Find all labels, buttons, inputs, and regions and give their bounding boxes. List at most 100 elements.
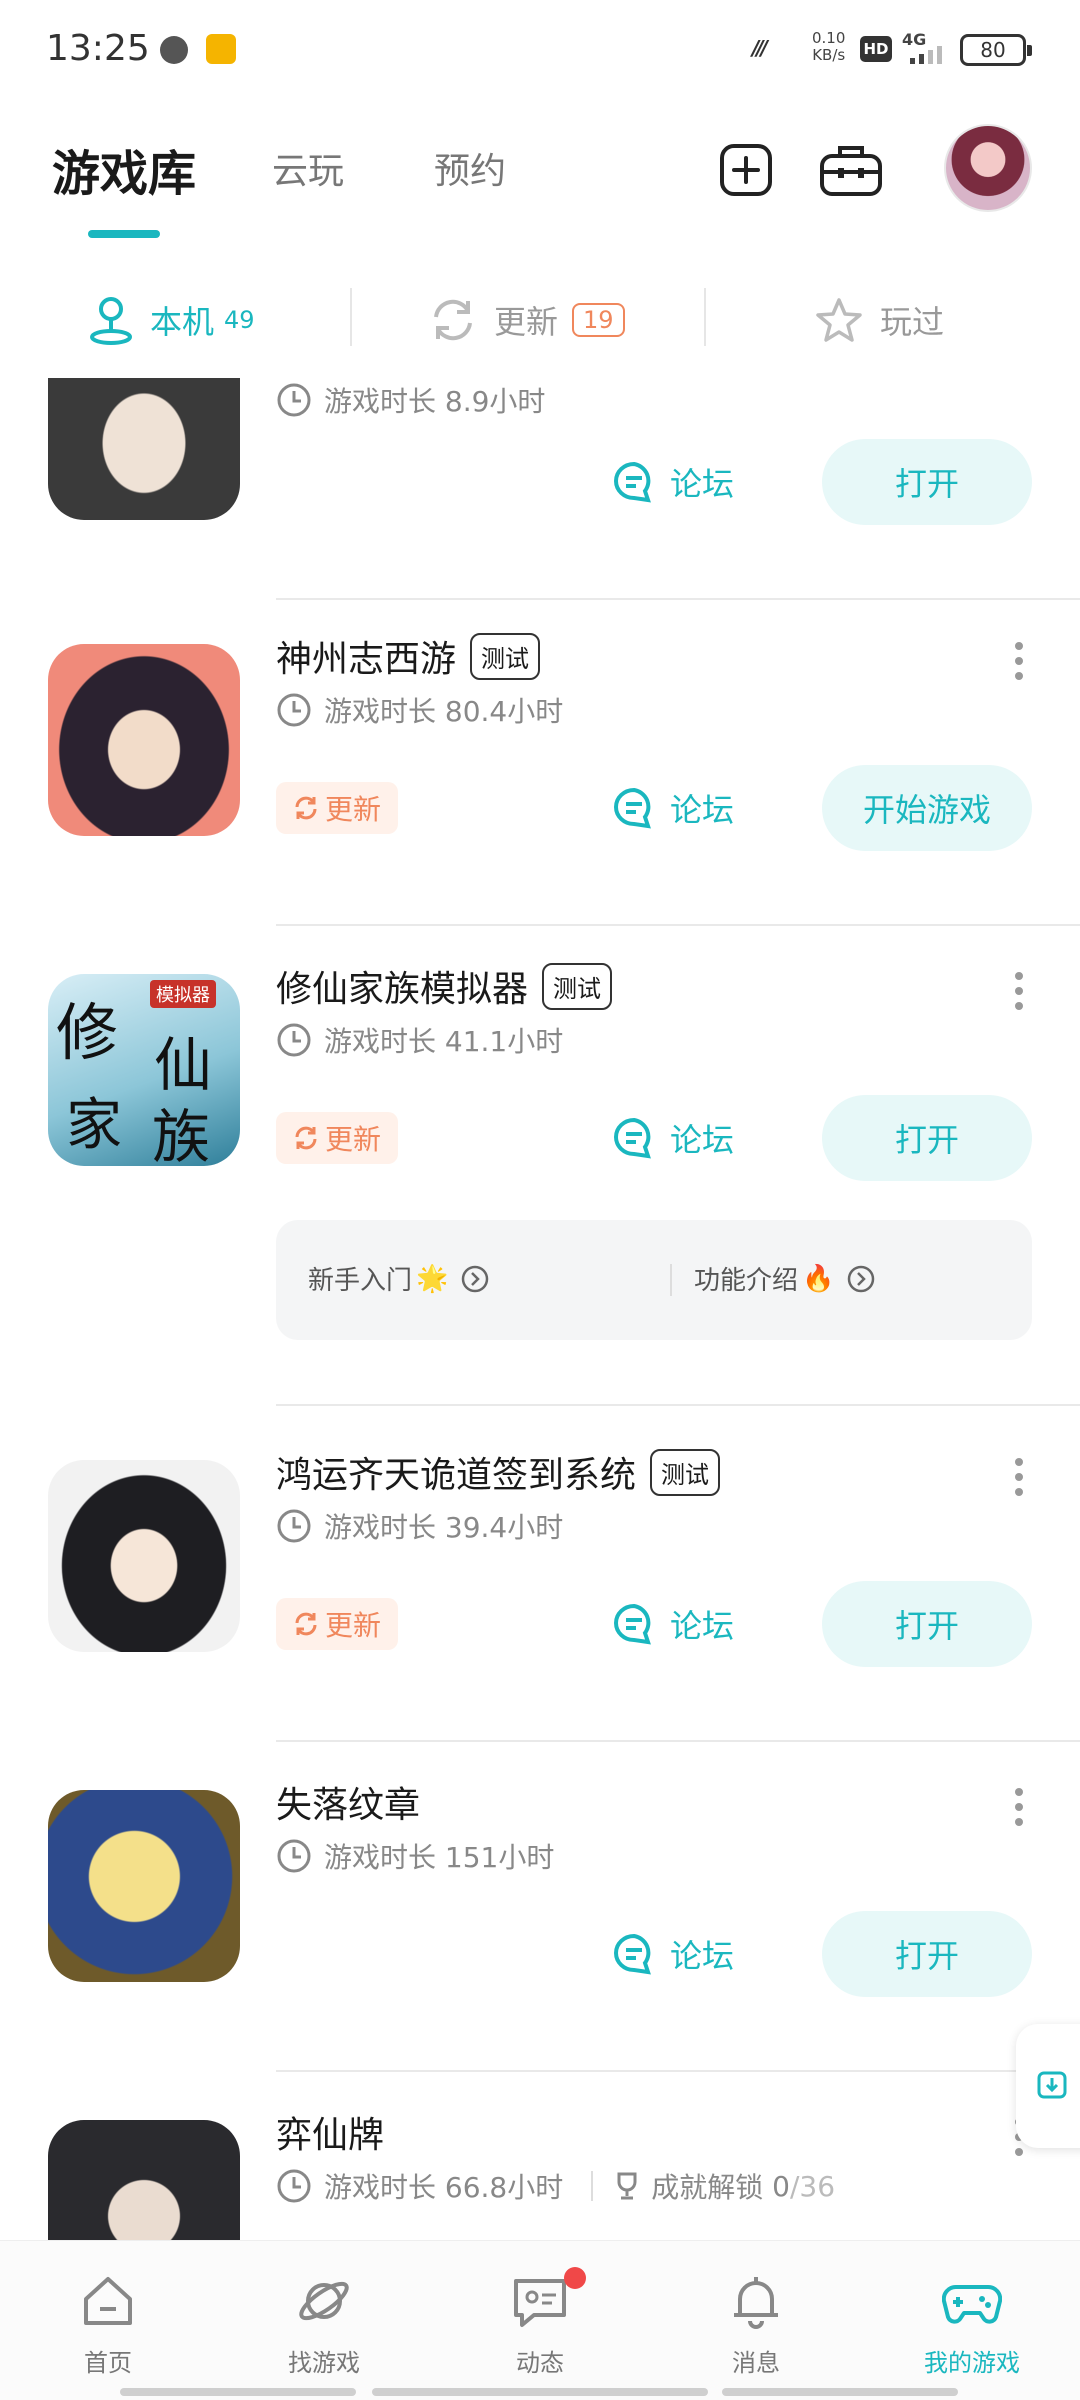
game-play-time: 游戏时长 39.4小时	[276, 1506, 563, 1546]
open-button[interactable]: 打开	[822, 1581, 1032, 1667]
status-time: 13:25	[46, 28, 150, 69]
download-icon	[1037, 2071, 1067, 2099]
open-button[interactable]: 打开	[822, 1911, 1032, 1997]
forum-button[interactable]: 论坛	[612, 1108, 734, 1168]
forum-button[interactable]: 论坛	[612, 1594, 734, 1654]
globe-icon	[160, 36, 188, 64]
subtab-local-label: 本机	[150, 303, 215, 341]
nav-my-games[interactable]: 我的游戏	[864, 2241, 1080, 2391]
gesture-bar	[120, 2388, 356, 2396]
more-options-icon[interactable]	[1014, 1788, 1024, 1834]
planet-icon	[299, 2281, 349, 2321]
add-icon[interactable]	[718, 142, 774, 198]
game-play-time: 游戏时长 8.9小时	[276, 380, 545, 420]
game-cover-image[interactable]	[48, 378, 240, 520]
nav-find-games[interactable]: 找游戏	[216, 2241, 432, 2391]
refresh-icon	[295, 1612, 317, 1636]
game-play-time: 游戏时长 151小时	[276, 1836, 554, 1876]
game-play-time: 游戏时长 80.4小时	[276, 690, 563, 730]
tab-game-library[interactable]: 游戏库	[52, 134, 196, 204]
refresh-icon	[295, 796, 317, 820]
battery-icon: 80	[960, 34, 1032, 66]
notification-dot	[564, 2267, 586, 2289]
clock-icon	[277, 1023, 311, 1057]
clock-icon	[277, 1839, 311, 1873]
nav-messages[interactable]: 消息	[648, 2241, 864, 2391]
toolbox-icon[interactable]	[818, 142, 884, 198]
beginner-guide-link[interactable]: 新手入门 🌟	[308, 1260, 490, 1297]
game-list: 游戏时长 8.9小时 论坛 打开 神州志西游 测试 游戏时长 80.4小时 更新…	[0, 378, 1080, 2240]
open-button[interactable]: 打开	[822, 439, 1032, 525]
arrow-right-circle-icon	[462, 1265, 489, 1292]
subtab-local[interactable]: 本机 49	[88, 288, 255, 352]
game-cover-image[interactable]: 模拟器 修 仙 家 族	[48, 974, 240, 1166]
game-title: 神州志西游	[276, 639, 457, 680]
forum-icon	[614, 1933, 651, 1975]
tab-reservation[interactable]: 预约	[434, 142, 506, 194]
signal-icon	[910, 46, 942, 64]
guide-divider	[670, 1264, 672, 1296]
game-title: 失落纹章	[276, 1785, 421, 1826]
nav-home[interactable]: 首页	[0, 2241, 216, 2391]
forum-icon	[614, 461, 651, 503]
cover-char: 修	[56, 996, 119, 1069]
achievement-progress[interactable]: 成就解锁 0/36	[591, 2166, 835, 2206]
game-play-time: 游戏时长 66.8小时 成就解锁 0/36	[276, 2166, 835, 2206]
test-tag: 测试	[542, 962, 613, 1010]
forum-button[interactable]: 论坛	[612, 1924, 734, 1984]
more-options-icon[interactable]	[1014, 642, 1024, 688]
list-divider	[276, 1740, 1080, 1742]
game-cover-image[interactable]	[48, 1790, 240, 1982]
cover-char: 家	[66, 1093, 122, 1158]
subtab-played[interactable]: 玩过	[814, 288, 944, 352]
more-options-icon[interactable]	[1014, 378, 1024, 402]
cover-char: 族	[152, 1103, 211, 1166]
bell-icon	[734, 2277, 778, 2329]
mail-notification-icon	[206, 34, 236, 64]
game-cover-image[interactable]	[48, 644, 240, 836]
tab-cloud-play[interactable]: 云玩	[272, 142, 344, 194]
update-chip[interactable]: 更新	[276, 1112, 398, 1164]
gesture-bar	[722, 2388, 958, 2396]
hd-icon: HD	[860, 36, 892, 62]
forum-button[interactable]: 论坛	[612, 452, 734, 512]
refresh-icon	[434, 299, 472, 341]
clock-icon	[277, 693, 311, 727]
subtab-divider	[704, 288, 706, 346]
user-avatar[interactable]	[944, 124, 1032, 212]
update-chip[interactable]: 更新	[276, 782, 398, 834]
update-count-badge: 19	[572, 303, 625, 337]
floating-download-tab[interactable]	[1016, 2024, 1080, 2148]
game-cover-image[interactable]	[48, 2120, 240, 2240]
net-speed: 0.10 KB/s	[812, 29, 846, 64]
star-icon	[816, 298, 862, 342]
list-divider	[276, 2070, 1080, 2072]
test-tag: 测试	[470, 632, 541, 680]
subtab-update[interactable]: 更新 19	[428, 288, 625, 352]
trophy-icon	[617, 2172, 637, 2200]
forum-button[interactable]: 论坛	[612, 778, 734, 838]
forum-icon	[614, 787, 651, 829]
library-subtabs: 本机 49 更新 19 玩过	[0, 270, 1080, 370]
game-title: 鸿运齐天诡道签到系统	[276, 1455, 637, 1496]
nav-feed[interactable]: 动态	[432, 2241, 648, 2391]
game-cover-image[interactable]	[48, 1460, 240, 1652]
more-options-icon[interactable]	[1014, 972, 1024, 1018]
location-person-icon	[90, 297, 132, 345]
start-game-button[interactable]: 开始游戏	[822, 765, 1032, 851]
update-chip[interactable]: 更新	[276, 1598, 398, 1650]
status-bar: 13:25 /// 0.10 KB/s HD 4G 80	[0, 0, 1080, 100]
list-divider	[276, 924, 1080, 926]
open-button[interactable]: 打开	[822, 1095, 1032, 1181]
network-activity-icon: ///	[752, 36, 768, 60]
active-tab-indicator	[88, 230, 160, 238]
subtab-divider	[350, 288, 352, 346]
feature-intro-link[interactable]: 功能介绍 🔥	[694, 1260, 876, 1297]
test-tag: 测试	[650, 1448, 721, 1496]
forum-icon	[614, 1603, 651, 1645]
top-header: 游戏库 云玩 预约	[0, 110, 1080, 240]
more-options-icon[interactable]	[1014, 1458, 1024, 1504]
forum-icon	[614, 1117, 651, 1159]
game-title: 弈仙牌	[276, 2115, 385, 2156]
cover-banner-text: 模拟器	[150, 980, 216, 1008]
